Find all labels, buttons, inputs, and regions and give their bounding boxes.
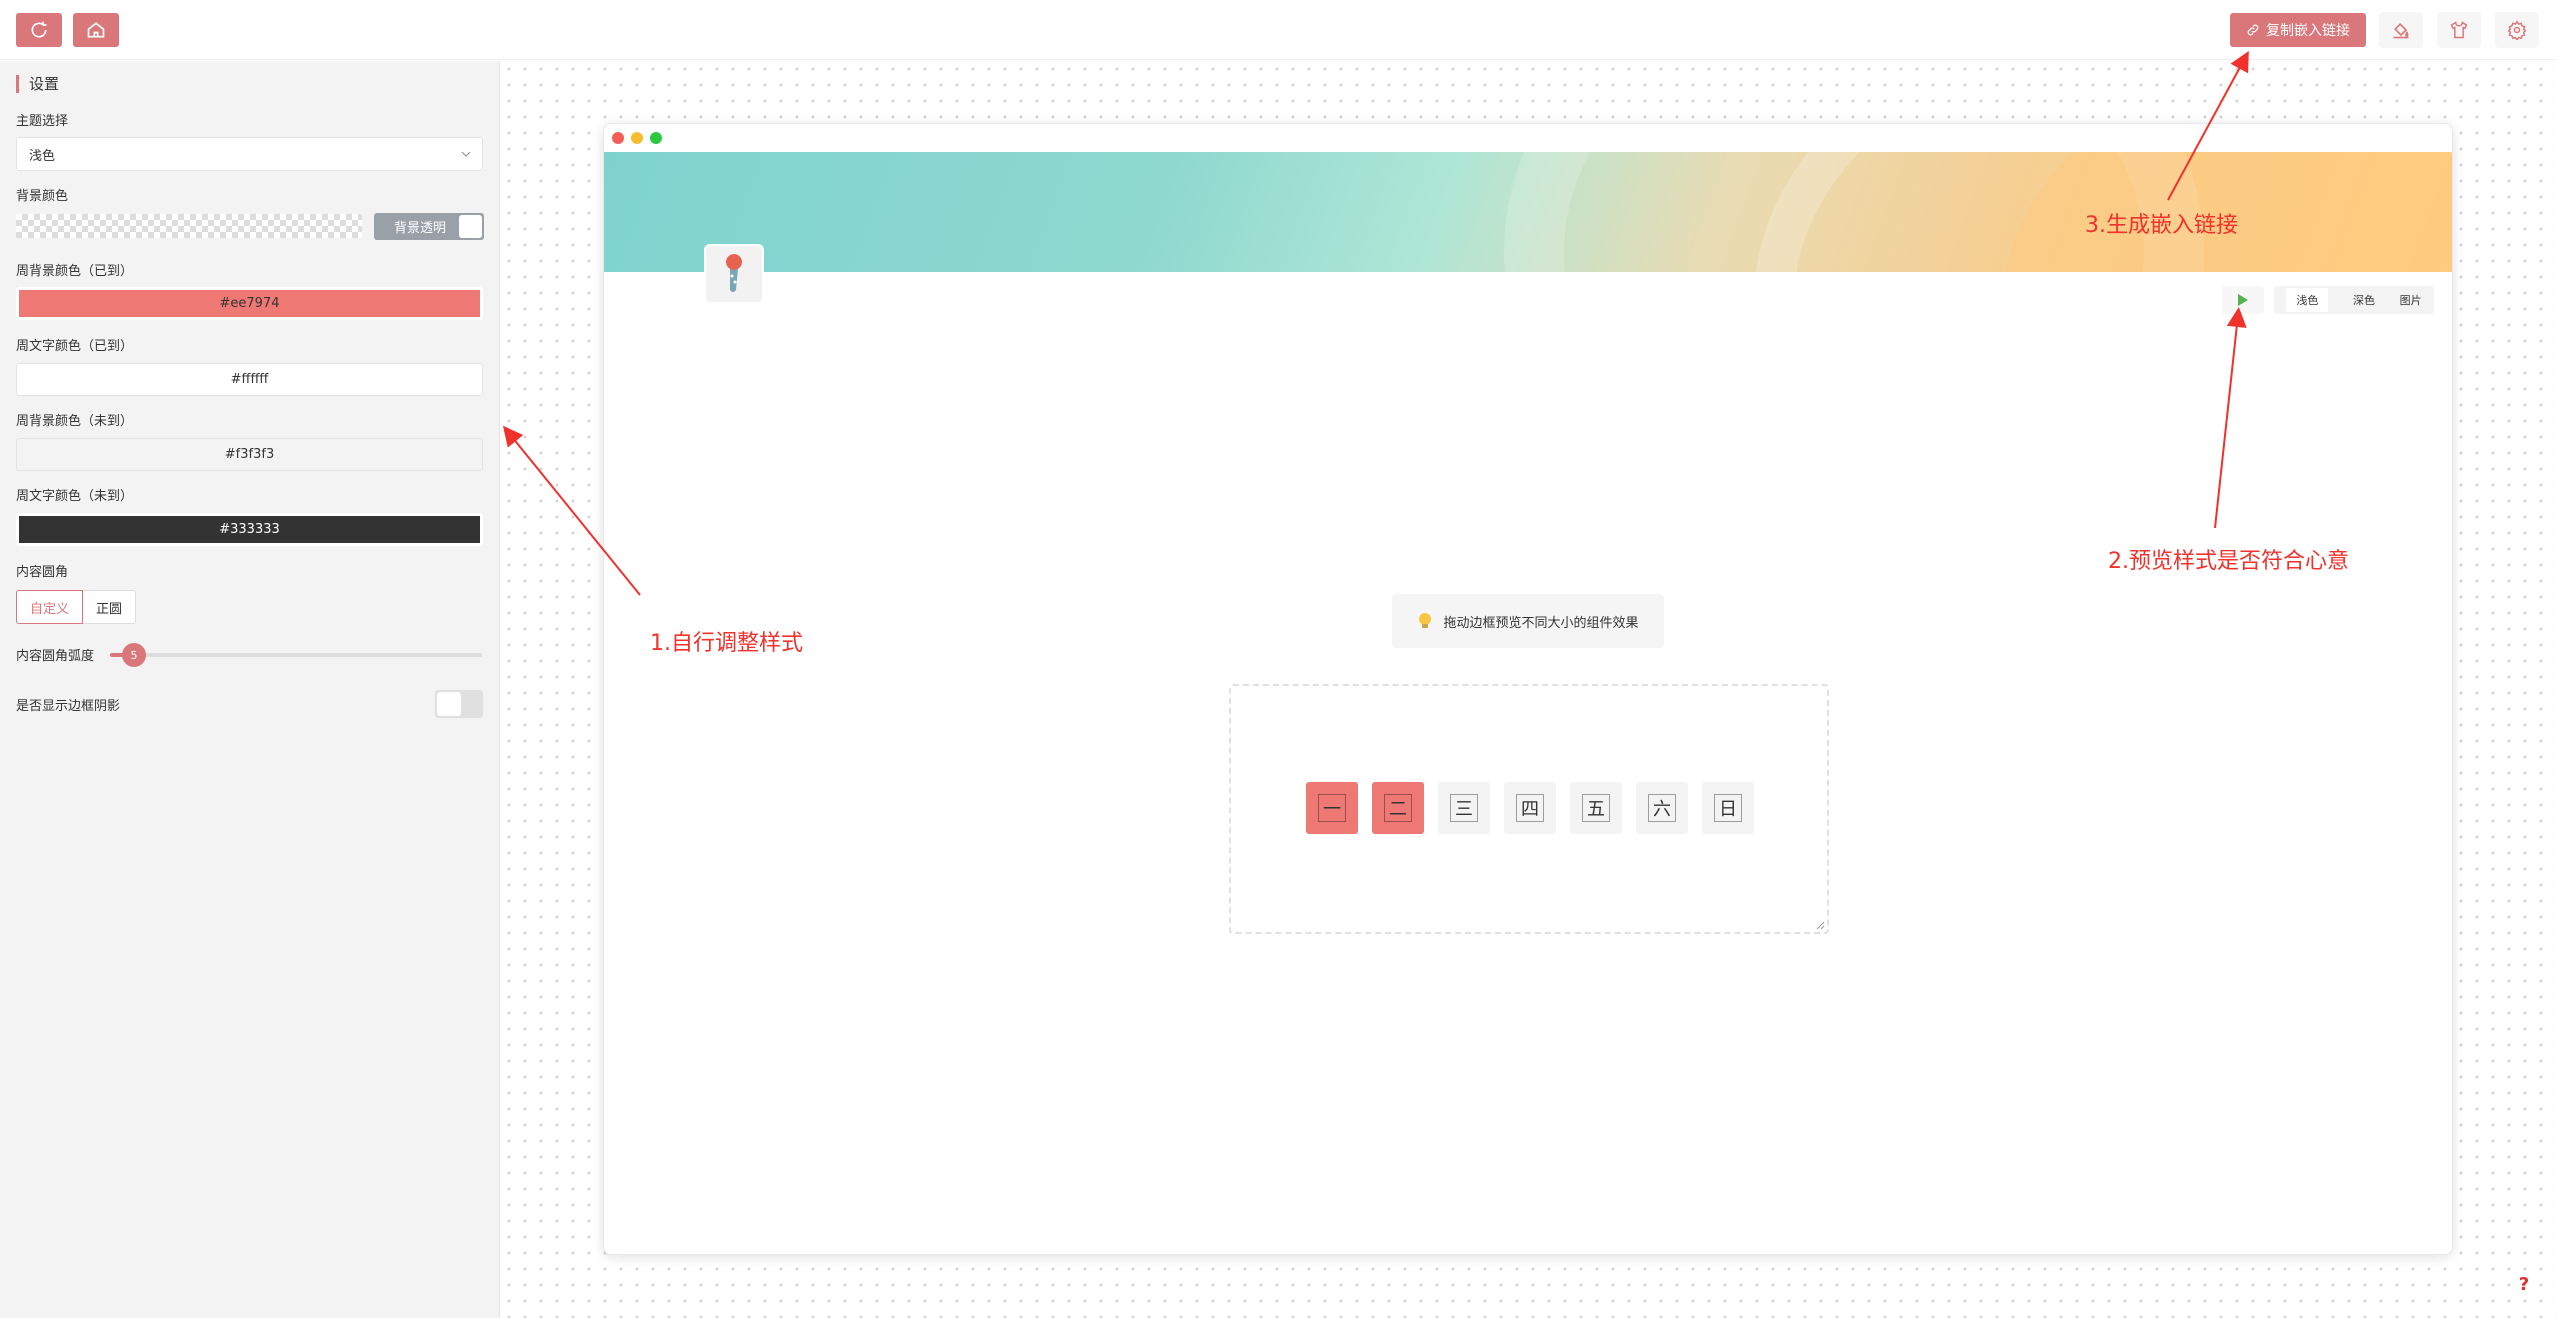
refresh-icon bbox=[31, 21, 47, 38]
shadow-switch[interactable] bbox=[435, 690, 483, 718]
window-controls bbox=[612, 132, 662, 144]
day-label: 四 bbox=[1516, 794, 1544, 822]
preview-window: 浅色 深色 图片 拖动边框预览不同大小的组件效果 一 二 三 四 五 六 日 bbox=[603, 123, 2453, 1255]
widget-resize-box[interactable]: 一二三四五六日 bbox=[1229, 684, 1829, 934]
todo-bg-label: 周背景颜色（未到） bbox=[16, 414, 134, 429]
radius-label: 内容圆角 bbox=[16, 565, 69, 580]
resize-hint-text: 拖动边框预览不同大小的组件效果 bbox=[1443, 615, 1639, 631]
bg-transparent-toggle[interactable]: 背景透明 bbox=[374, 213, 484, 240]
day-label: 三 bbox=[1450, 794, 1478, 822]
radius-slider-label: 内容圆角弧度 bbox=[16, 649, 95, 664]
mascot-icon bbox=[726, 254, 742, 292]
settings-sidebar: 设置 主题选择 浅色 背景颜色 背景透明 周背景颜色（已到） #ee7974 周… bbox=[0, 61, 500, 1318]
done-text-label: 周文字颜色（已到） bbox=[16, 339, 134, 354]
home-icon bbox=[87, 22, 105, 38]
day-cell: 六 bbox=[1636, 782, 1688, 834]
bg-transparent-label: 背景透明 bbox=[394, 221, 447, 236]
done-text-color-value: #ffffff bbox=[230, 372, 269, 387]
radius-slider-track[interactable] bbox=[110, 653, 482, 657]
done-bg-color-value: #ee7974 bbox=[219, 296, 280, 311]
resize-handle-icon[interactable] bbox=[1815, 920, 1825, 930]
tshirt-button[interactable] bbox=[2437, 12, 2481, 48]
bg-color-label: 背景颜色 bbox=[16, 189, 69, 204]
annotation-generate-link: 3.生成嵌入链接 bbox=[2085, 213, 2238, 238]
todo-text-label: 周文字颜色（未到） bbox=[16, 489, 134, 504]
lightbulb-icon bbox=[1419, 613, 1432, 628]
tab-dark[interactable]: 深色 bbox=[2353, 292, 2375, 308]
minimize-dot[interactable] bbox=[631, 132, 643, 144]
todo-text-color-value: #333333 bbox=[219, 522, 280, 537]
day-cell: 一 bbox=[1306, 782, 1358, 834]
help-button[interactable]: ? bbox=[2512, 1272, 2536, 1296]
resize-hint: 拖动边框预览不同大小的组件效果 bbox=[1392, 594, 1664, 648]
todo-bg-color-value: #f3f3f3 bbox=[224, 447, 275, 462]
day-label: 日 bbox=[1714, 794, 1742, 822]
tab-light[interactable]: 浅色 bbox=[2286, 288, 2329, 312]
day-cell: 日 bbox=[1702, 782, 1754, 834]
day-label: 一 bbox=[1318, 794, 1346, 822]
sidebar-title: 设置 bbox=[16, 75, 59, 93]
toggle-knob bbox=[459, 215, 482, 238]
theme-label: 主题选择 bbox=[16, 114, 69, 129]
paint-bucket-icon bbox=[2393, 22, 2409, 39]
radius-option-custom[interactable]: 自定义 bbox=[16, 590, 84, 624]
link-icon bbox=[2247, 24, 2259, 36]
shadow-label: 是否显示边框阴影 bbox=[16, 699, 121, 714]
tshirt-icon bbox=[2450, 21, 2468, 39]
gear-icon bbox=[2507, 20, 2527, 40]
todo-bg-color-field[interactable]: #f3f3f3 bbox=[16, 438, 483, 471]
chevron-down-icon bbox=[461, 151, 471, 157]
radius-slider-handle[interactable]: 5 bbox=[122, 643, 146, 667]
day-label: 五 bbox=[1582, 794, 1610, 822]
theme-select-value: 浅色 bbox=[29, 148, 56, 164]
day-label: 六 bbox=[1648, 794, 1676, 822]
play-button[interactable] bbox=[2222, 286, 2264, 314]
radius-option-circle[interactable]: 正圆 bbox=[83, 590, 137, 624]
paint-bucket-button[interactable] bbox=[2379, 12, 2423, 48]
annotation-adjust-style: 1.自行调整样式 bbox=[650, 631, 803, 656]
todo-text-color-field[interactable]: #333333 bbox=[16, 513, 483, 546]
theme-select[interactable]: 浅色 bbox=[16, 137, 483, 171]
top-bar: 复制嵌入链接 bbox=[0, 0, 2556, 60]
mode-tabs: 浅色 深色 图片 bbox=[2274, 286, 2434, 314]
copy-embed-link-label: 复制嵌入链接 bbox=[2266, 23, 2350, 39]
day-cell: 五 bbox=[1570, 782, 1622, 834]
close-dot[interactable] bbox=[612, 132, 624, 144]
maximize-dot[interactable] bbox=[650, 132, 662, 144]
day-cell: 三 bbox=[1438, 782, 1490, 834]
switch-knob bbox=[437, 692, 461, 716]
tab-image[interactable]: 图片 bbox=[2400, 292, 2422, 308]
refresh-button[interactable] bbox=[16, 13, 62, 47]
day-cell: 二 bbox=[1372, 782, 1424, 834]
done-text-color-field[interactable]: #ffffff bbox=[16, 363, 483, 396]
week-days: 一二三四五六日 bbox=[1306, 782, 1754, 834]
radius-segmented-control: 自定义 正圆 bbox=[16, 590, 137, 624]
done-bg-label: 周背景颜色（已到） bbox=[16, 264, 134, 279]
copy-embed-link-button[interactable]: 复制嵌入链接 bbox=[2230, 13, 2366, 47]
bg-color-picker[interactable] bbox=[16, 214, 362, 238]
home-button[interactable] bbox=[73, 13, 119, 47]
play-icon bbox=[2238, 294, 2248, 306]
day-cell: 四 bbox=[1504, 782, 1556, 834]
settings-button[interactable] bbox=[2495, 12, 2539, 48]
day-label: 二 bbox=[1384, 794, 1412, 822]
avatar bbox=[704, 244, 764, 304]
annotation-preview-style: 2.预览样式是否符合心意 bbox=[2108, 549, 2349, 574]
done-bg-color-field[interactable]: #ee7974 bbox=[16, 287, 483, 320]
